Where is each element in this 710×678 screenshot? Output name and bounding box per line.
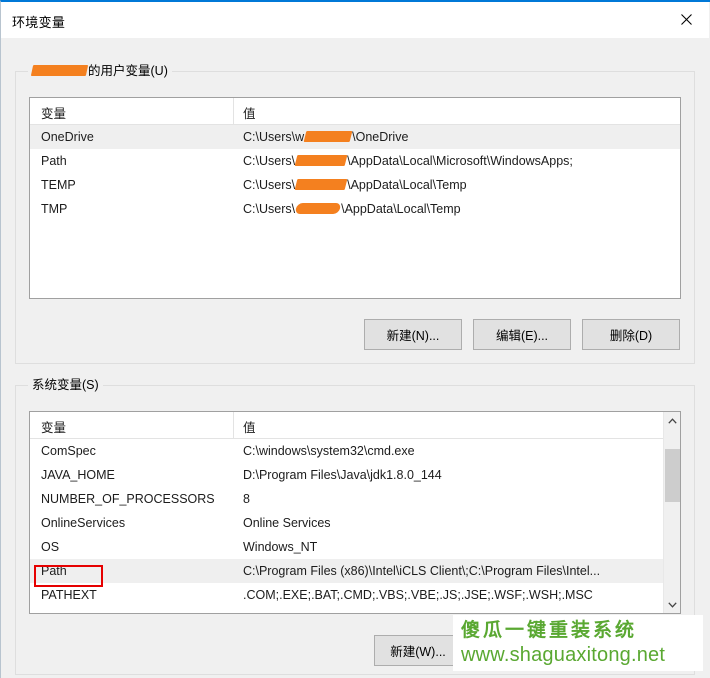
variable-value: D:\Program Files\Java\jdk1.8.0_144 [243,468,442,482]
table-row[interactable]: NUMBER_OF_PROCESSORS 8 [30,487,680,511]
variable-name: PATHEXT [41,588,97,602]
redacted-username-mark [294,155,348,166]
user-variables-list[interactable]: 变量 值 OneDrive C:\Users\w \OneDrive Path C:\U… [29,97,681,299]
variable-value: .COM;.EXE;.BAT;.CMD;.VBS;.VBE;.JS;.JSE;.… [243,588,593,602]
column-header-value[interactable]: 值 [243,103,256,122]
scrollbar-thumb[interactable] [665,449,680,502]
user-variables-legend-text: 的用户变量(U) [88,64,168,78]
redacted-username-mark [294,203,342,214]
system-variables-legend: 系统变量(S) [28,377,103,393]
variable-name: TMP [41,202,68,216]
table-row[interactable]: Path C:\Users\ \AppData\Local\Microsoft\Wi… [30,149,680,173]
variable-value: C:\windows\system32\cmd.exe [243,444,415,458]
watermark-url: www.shaguaxitong.net [461,644,666,666]
variable-value: 8 [243,492,250,506]
scroll-up-button[interactable] [664,412,680,429]
column-divider [233,412,234,439]
variable-value: C:\Users\ \AppData\Local\Microsoft\Window… [243,154,573,168]
redacted-username-mark [30,65,89,76]
column-header-value[interactable]: 值 [243,417,256,436]
variable-value: C:\Users\ \AppData\Local\Temp [243,202,461,216]
environment-variables-dialog: 环境变量 的用户变量(U) 变量 值 OneDrive C:\Users\w \On… [0,0,710,678]
table-row[interactable]: TEMP C:\Users\ \AppData\Local\Temp [30,173,680,197]
variable-value: C:\Users\ \AppData\Local\Temp [243,178,467,192]
close-button[interactable] [663,3,709,36]
variable-value: Windows_NT [243,540,318,554]
variable-name: JAVA_HOME [41,468,115,482]
column-divider [233,98,234,125]
close-icon [680,14,692,25]
redacted-username-mark [303,131,353,142]
user-variables-header: 变量 值 [30,98,680,125]
user-variables-legend: 的用户变量(U) [28,63,172,79]
table-row[interactable]: Path C:\Program Files (x86)\Intel\iCLS Cl… [30,559,680,583]
variable-name: NUMBER_OF_PROCESSORS [41,492,215,506]
title-bar: 环境变量 [1,2,709,38]
variable-value: C:\Users\w \OneDrive [243,130,409,144]
system-new-button[interactable]: 新建(W)... [374,635,462,666]
user-variables-rows: OneDrive C:\Users\w \OneDrive Path C:\Users\… [30,125,680,221]
redacted-username-mark [294,179,348,190]
window-title: 环境变量 [12,15,66,30]
chevron-down-icon [667,601,677,608]
table-row[interactable]: TMP C:\Users\ \AppData\Local\Temp [30,197,680,221]
variable-value: C:\Program Files (x86)\Intel\iCLS Client… [243,564,601,578]
column-header-variable[interactable]: 变量 [41,417,66,436]
system-variables-list[interactable]: 变量 值 ComSpec C:\windows\system32\cmd.exe J… [29,411,681,614]
variable-name: OS [41,540,60,554]
variable-name: OnlineServices [41,516,126,530]
variable-name: TEMP [41,178,76,192]
variable-name: Path [41,564,67,578]
user-new-button[interactable]: 新建(N)... [364,319,462,350]
system-variables-rows: ComSpec C:\windows\system32\cmd.exe JAVA_H… [30,439,680,607]
user-delete-button[interactable]: 删除(D) [582,319,680,350]
system-list-scrollbar[interactable] [663,412,680,613]
table-row[interactable]: PATHEXT .COM;.EXE;.BAT;.CMD;.VBS;.VBE;.JS… [30,583,680,607]
watermark-title: 傻瓜一键重装系统 [461,620,638,641]
user-edit-button[interactable]: 编辑(E)... [473,319,571,350]
variable-name: ComSpec [41,444,96,458]
variable-name: OneDrive [41,130,94,144]
scroll-down-button[interactable] [664,596,680,613]
table-row[interactable]: OnlineServices Online Services [30,511,680,535]
system-variables-header: 变量 值 [30,412,680,439]
chevron-up-icon [667,417,677,424]
column-header-variable[interactable]: 变量 [41,103,66,122]
variable-name: Path [41,154,67,168]
table-row[interactable]: OS Windows_NT [30,535,680,559]
watermark: 傻瓜一键重装系统 www.shaguaxitong.net [453,615,703,671]
table-row[interactable]: ComSpec C:\windows\system32\cmd.exe [30,439,680,463]
table-row[interactable]: JAVA_HOME D:\Program Files\Java\jdk1.8.0_… [30,463,680,487]
table-row[interactable]: OneDrive C:\Users\w \OneDrive [30,125,680,149]
variable-value: Online Services [243,516,331,530]
